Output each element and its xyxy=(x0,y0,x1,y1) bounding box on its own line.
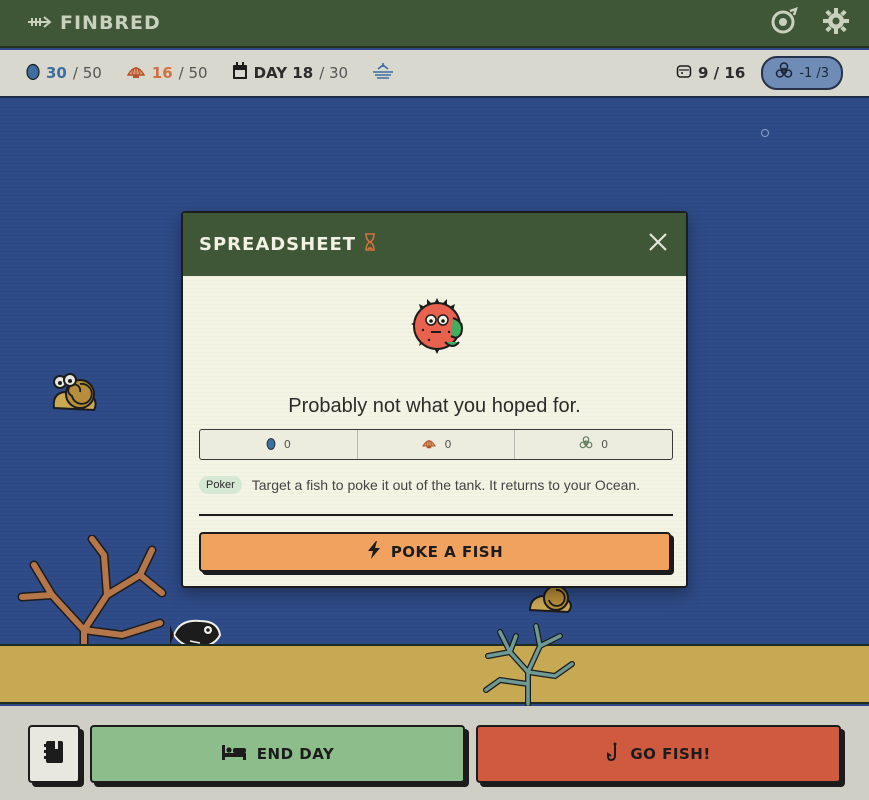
action-bar: END DAY GO FISH! xyxy=(0,706,869,800)
book-button[interactable] xyxy=(28,725,80,783)
book-icon xyxy=(43,739,65,769)
tank-icon xyxy=(676,63,692,83)
pufferfish-image xyxy=(405,294,469,358)
day-label: DAY 18 xyxy=(253,64,314,82)
tank-count-text: 9 / 16 xyxy=(698,64,746,82)
snail-fish[interactable] xyxy=(528,584,574,618)
stat-shells-value: 0 xyxy=(444,438,452,451)
biohazard-badge[interactable]: -1 /3 xyxy=(761,56,843,90)
top-bar: FINBRED xyxy=(0,0,869,48)
stat-biohazard: 0 xyxy=(515,430,672,459)
egg-icon xyxy=(26,62,40,84)
bed-icon xyxy=(221,743,247,765)
sand-floor xyxy=(0,644,869,704)
divider xyxy=(199,514,673,516)
result-headline: Probably not what you hoped for. xyxy=(288,395,581,417)
go-fish-label: GO FISH! xyxy=(630,745,711,763)
shell-icon xyxy=(126,63,146,83)
end-day-button[interactable]: END DAY xyxy=(90,725,465,783)
resource-bar: 30 / 50 16 / 50 DAY 18 / 30 9 / 16 -1 /3 xyxy=(0,50,869,98)
stat-shells: 0 xyxy=(358,430,516,459)
fish-hook-icon xyxy=(606,742,620,766)
modal-title: SPREADSHEET xyxy=(199,234,357,255)
poke-fish-label: POKE A FISH xyxy=(390,543,504,561)
water-level-icon xyxy=(372,62,394,84)
egg-counter: 30 / 50 xyxy=(26,62,102,84)
egg-count: 30 xyxy=(46,64,67,82)
go-fish-button[interactable]: GO FISH! xyxy=(476,725,841,783)
bubble xyxy=(761,129,769,137)
ocean-view-button[interactable] xyxy=(769,7,799,39)
fish-stats: 0 0 0 xyxy=(199,429,673,460)
water-level-button[interactable] xyxy=(372,62,394,84)
modal-header: SPREADSHEET xyxy=(183,213,686,276)
shell-icon xyxy=(421,437,437,452)
shell-count: 16 xyxy=(151,64,173,82)
brand: FINBRED xyxy=(26,12,161,34)
close-icon xyxy=(648,232,668,257)
biohazard-icon xyxy=(579,436,593,453)
egg-icon xyxy=(266,437,276,453)
lightning-icon xyxy=(367,541,381,563)
shell-counter: 16 / 50 xyxy=(126,63,208,83)
end-day-label: END DAY xyxy=(256,745,335,763)
day-counter: DAY 18 / 30 xyxy=(232,62,349,84)
fish-skeleton-icon xyxy=(26,12,52,34)
ability-tag: Poker xyxy=(199,476,242,494)
close-button[interactable] xyxy=(646,233,670,257)
biohazard-icon xyxy=(775,62,793,84)
shell-max: / 50 xyxy=(178,64,208,82)
egg-max: / 50 xyxy=(72,64,102,82)
modal-body: Probably not what you hoped for. 0 0 0 P… xyxy=(183,276,686,586)
gear-icon xyxy=(822,7,850,39)
biohazard-value: -1 /3 xyxy=(799,65,829,81)
ocean-view-icon xyxy=(770,7,798,39)
coral-decoration xyxy=(480,622,580,710)
hourglass-icon xyxy=(364,233,376,256)
ability-text: Target a fish to poke it out of the tank… xyxy=(251,477,641,493)
day-max: / 30 xyxy=(319,64,349,82)
stat-eggs-value: 0 xyxy=(283,438,291,451)
fish-detail-modal: SPREADSHEET Probably not what you hoped … xyxy=(181,211,688,588)
poke-fish-button[interactable]: POKE A FISH xyxy=(199,532,671,572)
settings-button[interactable] xyxy=(821,8,851,38)
stat-biohazard-value: 0 xyxy=(601,438,609,451)
calendar-icon xyxy=(232,62,248,84)
snail-fish[interactable] xyxy=(50,372,100,418)
app-title: FINBRED xyxy=(60,12,161,34)
stat-eggs: 0 xyxy=(200,430,358,459)
tank-capacity: 9 / 16 xyxy=(676,63,745,83)
ability-description: Poker Target a fish to poke it out of th… xyxy=(199,476,673,494)
